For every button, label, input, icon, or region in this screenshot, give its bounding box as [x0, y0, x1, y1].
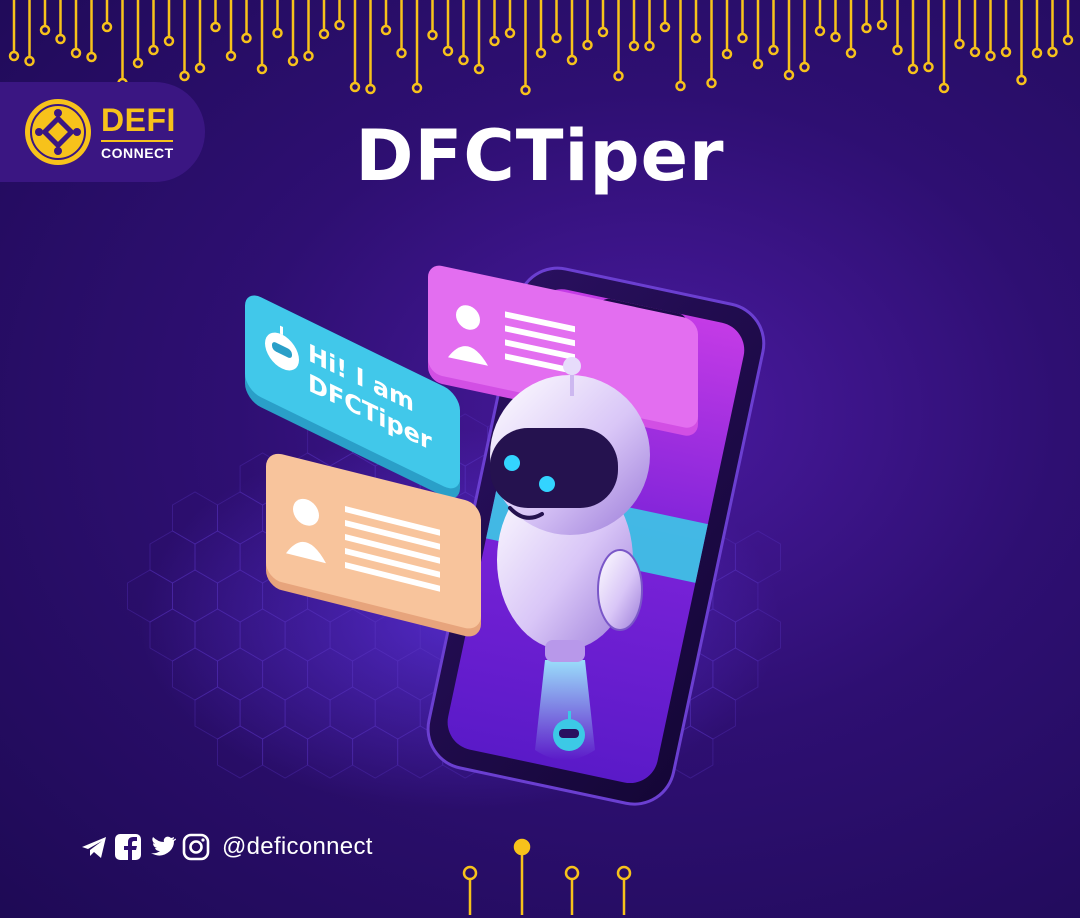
twitter-icon[interactable]	[148, 833, 176, 861]
bottom-circuit-decoration	[462, 838, 632, 915]
social-handle[interactable]: @deficonnect	[222, 833, 373, 861]
facebook-icon[interactable]	[114, 833, 142, 861]
social-links: @deficonnect	[80, 832, 373, 862]
chatbot-illustration: Hi! I am DFCTiper	[127, 265, 781, 810]
instagram-icon[interactable]	[182, 833, 210, 861]
telegram-icon[interactable]	[80, 833, 108, 861]
